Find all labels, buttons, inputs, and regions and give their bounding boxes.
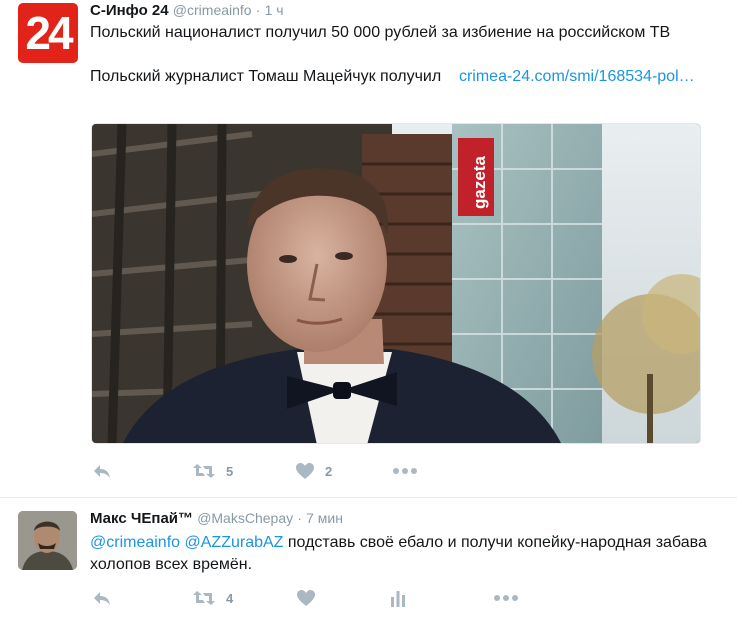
separator-dot: · xyxy=(255,2,261,18)
separator-dot: · xyxy=(297,510,302,526)
timestamp[interactable]: 7 мин xyxy=(306,510,343,526)
author-handle[interactable]: @MaksChepay xyxy=(197,510,293,526)
mention-link[interactable]: @crimeainfo xyxy=(90,534,180,551)
avatar-image xyxy=(18,511,77,570)
author-name[interactable]: С-Инфо 24 xyxy=(90,2,169,19)
reply-icon xyxy=(94,465,110,478)
analytics-button[interactable] xyxy=(390,586,406,610)
photo-image: gazeta xyxy=(92,124,700,443)
tweet-text-line: Польский журналист Томаш Мацейчук получи… xyxy=(90,68,442,85)
analytics-icon xyxy=(391,591,405,607)
tweet[interactable]: 24 С-Инфо 24 @crimeainfo · 1 ч Польский … xyxy=(0,0,737,497)
like-button[interactable] xyxy=(296,586,316,610)
retweet-count: 5 xyxy=(226,463,234,479)
tweet-text: @crimeainfo @AZZurabAZ подставь своё еба… xyxy=(90,532,710,576)
retweet-count: 4 xyxy=(226,590,234,606)
more-button[interactable] xyxy=(392,459,418,483)
building-sign-text: gazeta xyxy=(470,156,489,209)
tweet-link[interactable]: crimea-24.com/smi/168534-pol… xyxy=(459,68,695,85)
author-name[interactable]: Макс ЧЕпай™ xyxy=(90,510,193,527)
avatar-logo-text: 24 xyxy=(25,7,73,59)
retweet-icon xyxy=(193,464,215,478)
like-count: 2 xyxy=(325,463,333,479)
more-icon xyxy=(393,468,417,474)
retweet-icon xyxy=(193,591,215,605)
like-button[interactable]: 2 xyxy=(295,459,332,483)
like-icon xyxy=(296,463,314,479)
author-handle[interactable]: @crimeainfo xyxy=(173,2,252,18)
tweet-text-continued: Польский журналист Томаш Мацейчук получи… xyxy=(90,66,710,88)
tweet-text-body: подставь своё ебало и получи копейку-нар… xyxy=(90,534,707,573)
retweet-button[interactable]: 4 xyxy=(192,586,233,610)
reply-button[interactable] xyxy=(92,586,112,610)
tweet-text: Польский националист получил 50 000 рубл… xyxy=(90,24,671,41)
tweet-photo[interactable]: gazeta xyxy=(91,123,701,444)
avatar[interactable] xyxy=(18,511,77,570)
reply-button[interactable] xyxy=(92,459,112,483)
tweet-header: С-Инфо 24 @crimeainfo · 1 ч xyxy=(90,2,284,19)
like-icon xyxy=(297,590,315,606)
tweet-header: Макс ЧЕпай™ @MaksChepay · 7 мин xyxy=(90,510,343,527)
more-icon xyxy=(494,595,518,601)
avatar[interactable]: 24 xyxy=(18,3,78,63)
more-button[interactable] xyxy=(493,586,519,610)
retweet-button[interactable]: 5 xyxy=(192,459,233,483)
tweet[interactable]: Макс ЧЕпай™ @MaksChepay · 7 мин @crimeai… xyxy=(0,497,737,617)
mention-link[interactable]: @AZZurabAZ xyxy=(185,534,284,551)
timestamp[interactable]: 1 ч xyxy=(265,2,284,18)
reply-icon xyxy=(94,592,110,605)
